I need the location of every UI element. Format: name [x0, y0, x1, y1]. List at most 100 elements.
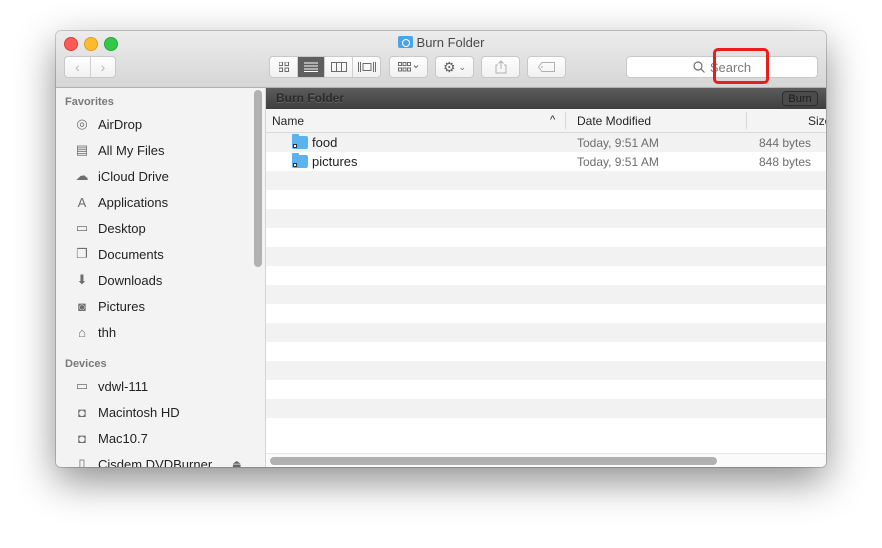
- sidebar-item-label: Documents: [98, 246, 164, 262]
- sidebar-item-label: Downloads: [98, 272, 163, 288]
- sidebar-item-cisdem-dvdburner[interactable]: ▯ Cisdem DVDBurner ⏏: [72, 454, 241, 468]
- sidebar-item-label: Applications: [98, 194, 169, 210]
- sidebar: Favorites ◎ AirDrop ▤ All My Files ☁ iCloud D…: [56, 88, 266, 467]
- applications-icon: A: [77, 194, 87, 210]
- file-name: pictures: [292, 153, 358, 169]
- sidebar-item-label: iCloud Drive: [98, 168, 169, 184]
- empty-row: [266, 380, 826, 399]
- sidebar-item-label: vdwl-111: [98, 378, 149, 394]
- sidebar-item-macintosh-hd[interactable]: ◘ Macintosh HD: [72, 402, 180, 422]
- sidebar-item-label: Pictures: [98, 298, 145, 314]
- file-date: Today, 9:51 AM: [577, 136, 659, 150]
- sidebar-item-thh[interactable]: ⌂ thh: [72, 322, 116, 342]
- arrange-button[interactable]: [389, 56, 428, 78]
- back-button[interactable]: ‹: [65, 57, 91, 77]
- tag-icon: [537, 62, 555, 72]
- empty-row: [266, 266, 826, 285]
- sidebar-item-icloud-drive[interactable]: ☁ iCloud Drive: [72, 166, 169, 186]
- sidebar-item-label: Macintosh HD: [98, 404, 180, 420]
- sidebar-item-all-my-files[interactable]: ▤ All My Files: [72, 140, 165, 160]
- view-mode-control: [269, 56, 381, 78]
- file-list: food Today, 9:51 AM 844 bytes pictures Today…: [266, 133, 826, 437]
- folder-alias-icon: [292, 153, 308, 168]
- cloud-icon: ☁: [75, 168, 89, 183]
- sidebar-item-label: Desktop: [98, 220, 146, 236]
- icon-grid-icon: [278, 62, 289, 72]
- folder-alias-icon: [292, 134, 308, 149]
- horizontal-scrollbar[interactable]: [270, 457, 717, 465]
- sidebar-item-documents[interactable]: ❐ Documents: [72, 244, 164, 264]
- file-name-text: food: [312, 135, 338, 150]
- sidebar-item-applications[interactable]: A Applications: [72, 192, 168, 212]
- column-name[interactable]: Name: [272, 114, 304, 128]
- file-name: food: [292, 134, 338, 150]
- sidebar-item-vdwl-111[interactable]: ▭ vdwl-111: [72, 376, 148, 396]
- burn-folder-label: Burn Folder: [276, 91, 344, 105]
- all-my-files-icon: ▤: [75, 142, 89, 157]
- cover-flow-button[interactable]: [353, 57, 380, 77]
- gear-icon: ⚙: [442, 58, 456, 75]
- finder-window: Burn Folder ‹ › ⚙ ⌄ Search Favorites ◎ A…: [56, 31, 826, 467]
- computer-icon: ▭: [75, 378, 89, 393]
- column-divider[interactable]: [746, 112, 747, 129]
- columns-icon: [330, 62, 347, 72]
- empty-row: [266, 247, 826, 266]
- sidebar-item-desktop[interactable]: ▭ Desktop: [72, 218, 146, 238]
- file-row[interactable]: food Today, 9:51 AM 844 bytes: [266, 133, 826, 152]
- empty-row: [266, 342, 826, 361]
- file-browser: Burn Folder Burn Name ^ Date Modified Si…: [266, 88, 826, 467]
- file-row[interactable]: pictures Today, 9:51 AM 848 bytes: [266, 152, 826, 171]
- sidebar-item-label: thh: [98, 324, 117, 340]
- empty-row: [266, 418, 826, 437]
- sidebar-item-label: AirDrop: [98, 116, 143, 132]
- empty-row: [266, 361, 826, 380]
- sidebar-item-label: Cisdem DVDBurner: [98, 456, 213, 468]
- sidebar-scrollbar[interactable]: [254, 90, 262, 267]
- sort-ascending-icon: ^: [550, 114, 556, 126]
- tags-button[interactable]: [527, 56, 566, 78]
- column-size[interactable]: Size: [808, 114, 826, 128]
- downloads-icon: ⬇: [76, 272, 88, 287]
- list-icon: [304, 62, 318, 72]
- search-icon: [693, 61, 705, 73]
- title-bar: Burn Folder ‹ › ⚙ ⌄ Search: [56, 31, 826, 88]
- empty-row: [266, 304, 826, 323]
- empty-row: [266, 228, 826, 247]
- empty-row: [266, 399, 826, 418]
- empty-row: [266, 209, 826, 228]
- column-divider[interactable]: [565, 112, 566, 129]
- cover-flow-icon: [357, 62, 376, 72]
- file-name-text: pictures: [312, 154, 358, 169]
- empty-row: [266, 171, 826, 190]
- forward-button[interactable]: ›: [91, 57, 115, 77]
- file-size: 848 bytes: [759, 155, 812, 169]
- column-view-button[interactable]: [325, 57, 353, 77]
- action-button[interactable]: ⚙ ⌄: [435, 56, 474, 78]
- eject-icon[interactable]: ⏏: [232, 459, 241, 468]
- share-icon: [495, 60, 506, 74]
- burn-folder-icon: [397, 36, 413, 48]
- sidebar-item-mac10-7[interactable]: ◘ Mac10.7: [72, 428, 148, 448]
- navigation-buttons: ‹ ›: [64, 56, 116, 78]
- burn-folder-bar: Burn Folder Burn: [266, 88, 826, 109]
- sidebar-item-downloads[interactable]: ⬇ Downloads: [72, 270, 163, 290]
- column-header: Name ^ Date Modified Size: [266, 109, 826, 133]
- chevron-right-icon: ›: [100, 59, 106, 75]
- column-date-modified[interactable]: Date Modified: [577, 114, 651, 128]
- horizontal-scroll-track: [266, 453, 826, 467]
- camera-icon: ◙: [78, 298, 86, 314]
- file-size: 844 bytes: [759, 136, 812, 150]
- chevron-left-icon: ‹: [75, 59, 80, 75]
- share-button[interactable]: [481, 56, 520, 78]
- list-view-button[interactable]: [298, 57, 325, 77]
- airdrop-icon: ◎: [76, 116, 88, 131]
- sidebar-item-pictures[interactable]: ◙ Pictures: [72, 296, 145, 316]
- chevron-down-icon: ⌄: [458, 61, 467, 72]
- icon-view-button[interactable]: [270, 57, 298, 77]
- sidebar-item-airdrop[interactable]: ◎ AirDrop: [72, 114, 142, 134]
- empty-row: [266, 285, 826, 304]
- burn-button[interactable]: Burn: [782, 91, 818, 106]
- window-title-text: Burn Folder: [416, 35, 485, 50]
- empty-row: [266, 323, 826, 342]
- sidebar-item-label: All My Files: [98, 142, 165, 158]
